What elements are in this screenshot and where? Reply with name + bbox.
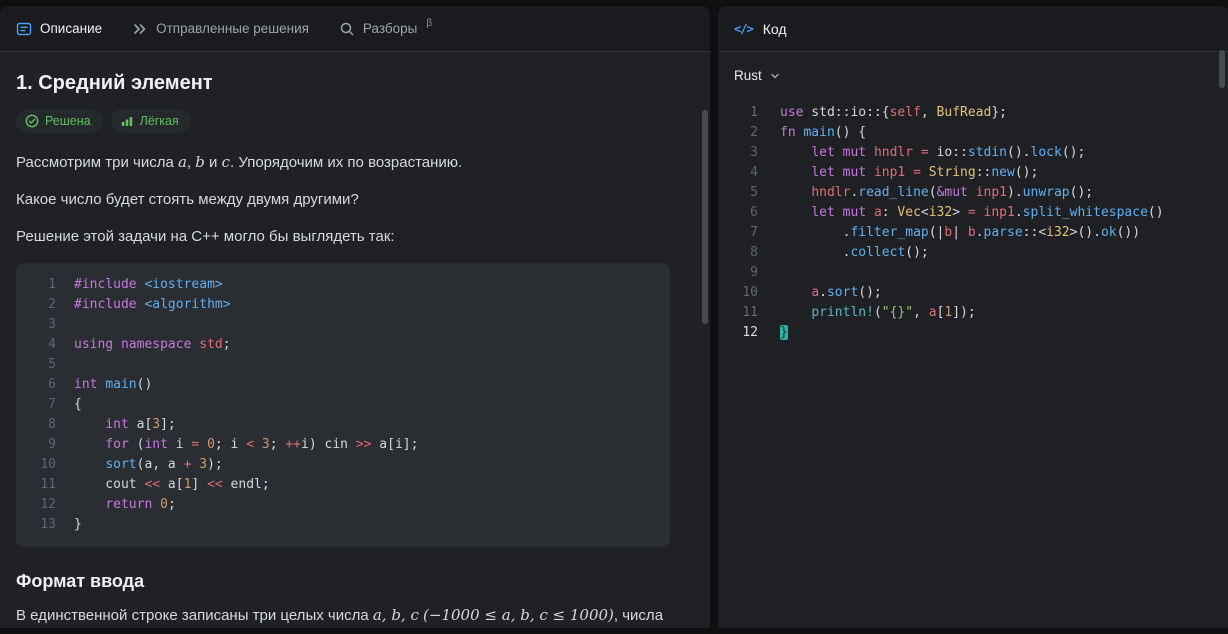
- code-line: 5: [48, 357, 56, 372]
- code-panel-title: Код: [762, 20, 787, 37]
- code-line: 1 #include <iostream>: [48, 277, 223, 292]
- code-line: 1 use std::io::{self, BufRead};: [750, 105, 1007, 120]
- problem-content[interactable]: 1. Средний элемент Решена Лёгкая Рассмот…: [0, 52, 710, 628]
- code-line: 2 #include <algorithm>: [48, 297, 231, 312]
- double-chevron-icon: [134, 23, 146, 34]
- code-line: 13}: [40, 517, 82, 532]
- code-line: 8 .collect();: [750, 245, 929, 260]
- app: Описание Отправленные решения Разборы β …: [0, 0, 1228, 628]
- problem-panel: Описание Отправленные решения Разборы β …: [0, 6, 710, 628]
- code-line: 8 int a[3];: [48, 417, 176, 432]
- problem-title: 1. Средний элемент: [16, 72, 213, 94]
- left-scrollbar-thumb[interactable]: [702, 110, 708, 324]
- beta-superscript: β: [426, 18, 433, 29]
- code-line: 3 let mut hndlr = io::stdin().lock();: [750, 145, 1086, 160]
- code-line: 12 return 0;: [40, 497, 176, 512]
- language-select[interactable]: Rust: [734, 68, 781, 83]
- tab-analysis[interactable]: Разборы β: [339, 6, 432, 51]
- code-line: 6 let mut a: Vec<i32> = inp1.split_white…: [750, 205, 1164, 220]
- code-line: 9 for (int i = 0; i < 3; ++i) cin >> a[i…: [48, 437, 419, 452]
- solved-badge: Решена: [16, 109, 103, 133]
- statement-paragraph: Какое число будет стоять между двумя дру…: [16, 191, 359, 208]
- code-line: 10 sort(a, a + 3);: [40, 457, 223, 472]
- statement-paragraph: Решение этой задачи на C++ могло бы выгл…: [16, 228, 395, 245]
- code-line: 12}: [742, 325, 788, 340]
- tab-description[interactable]: Описание: [16, 6, 102, 51]
- code-line: 11 cout << a[1] << endl;: [40, 477, 270, 492]
- cpp-code-sample: 1 #include <iostream> 2 #include <algorithm…: [16, 263, 670, 547]
- code-line: 2 fn main() {: [750, 125, 867, 140]
- check-circle-icon: [25, 114, 39, 128]
- code-line: 7{: [48, 397, 82, 412]
- difficulty-badge-label: Лёгкая: [139, 114, 179, 128]
- code-panel: </> Код Rust 1 use std::io::{self, BufRea…: [718, 6, 1228, 628]
- signal-bars-icon: [121, 117, 132, 126]
- code-line: 11 println!("{}", a[1]);: [742, 305, 976, 320]
- magnifier-icon: [340, 22, 354, 35]
- code-line: 6 int main(): [48, 377, 153, 392]
- document-icon: [16, 22, 32, 35]
- solved-badge-label: Решена: [45, 114, 91, 128]
- code-line: 5 hndlr.read_line(&mut inp1).unwrap();: [750, 185, 1094, 200]
- code-line: 10 a.sort();: [742, 285, 882, 300]
- code-line: 3: [48, 317, 56, 332]
- statement-paragraph: Рассмотрим три числа a, b и c. Упорядочи…: [16, 153, 463, 171]
- code-slash-icon: </>: [734, 21, 754, 36]
- code-line: 7 .filter_map(|b| b.parse::<i32>().ok()): [750, 225, 1141, 240]
- input-format-paragraph: В единственной строке записаны три целых…: [16, 606, 664, 624]
- difficulty-badge: Лёгкая: [110, 109, 191, 133]
- chevron-down-icon: [771, 73, 779, 78]
- tab-submissions[interactable]: Отправленные решения: [132, 6, 309, 51]
- tab-label: Описание: [40, 21, 103, 36]
- code-line: 9: [750, 265, 758, 280]
- language-row: Rust: [718, 52, 1228, 97]
- language-value: Rust: [734, 68, 762, 83]
- code-line: 4 let mut inp1 = String::new();: [750, 165, 1039, 180]
- code-line: 4 using namespace std;: [48, 337, 231, 352]
- code-panel-header: </> Код: [718, 6, 1228, 52]
- problem-tabs: Описание Отправленные решения Разборы β: [0, 6, 710, 52]
- tab-label: Отправленные решения: [156, 21, 309, 36]
- input-format-heading: Формат ввода: [16, 571, 145, 591]
- right-scrollbar-thumb[interactable]: [1219, 50, 1225, 88]
- code-editor[interactable]: 1 use std::io::{self, BufRead};2 fn main()…: [718, 97, 1228, 628]
- badge-row: Решена Лёгкая: [16, 109, 682, 133]
- tab-label: Разборы: [362, 21, 418, 36]
